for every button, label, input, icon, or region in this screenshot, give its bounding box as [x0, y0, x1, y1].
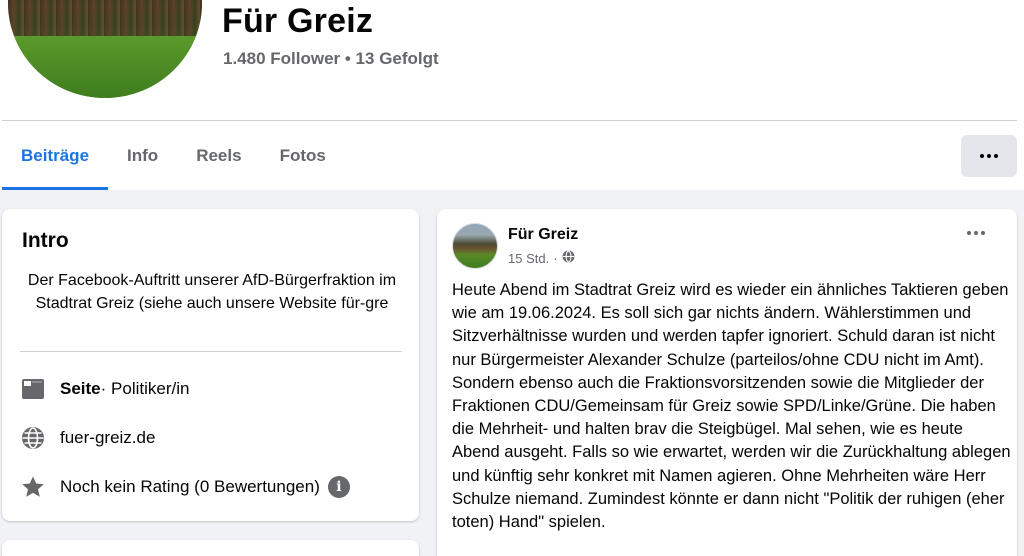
next-card	[2, 540, 419, 556]
star-icon	[20, 474, 46, 500]
profile-tabs: Beiträge Info Reels Fotos	[2, 122, 345, 190]
tab-reels[interactable]: Reels	[177, 122, 260, 190]
follower-count[interactable]: 1.480 Follower • 13 Gefolgt	[223, 49, 439, 69]
tab-beitraege[interactable]: Beiträge	[2, 122, 109, 190]
post-meta: 15 Std. ·	[508, 250, 575, 266]
website-row[interactable]: fuer-greiz.de	[20, 425, 155, 451]
page-title: Für Greiz	[222, 2, 374, 40]
globe-icon	[562, 250, 575, 266]
rating-text: Noch kein Rating (0 Bewertungen)	[60, 477, 320, 496]
category-label: Seite	[60, 379, 101, 398]
post-text: Heute Abend im Stadtrat Greiz wird es wi…	[452, 281, 1011, 532]
post-timestamp[interactable]: 15 Std.	[508, 251, 549, 266]
more-options-button[interactable]	[961, 135, 1017, 177]
profile-picture[interactable]	[8, 0, 202, 98]
category-row: Seite · Politiker/in	[20, 376, 189, 402]
intro-divider	[20, 351, 402, 352]
intro-description: Der Facebook-Auftritt unserer AfD-Bürger…	[27, 272, 397, 312]
header-divider	[2, 120, 1017, 121]
page-flag-icon	[20, 376, 46, 402]
more-horizontal-icon	[967, 231, 985, 235]
tab-info[interactable]: Info	[108, 122, 177, 190]
meta-separator: ·	[553, 250, 558, 266]
website-link[interactable]: fuer-greiz.de	[60, 428, 155, 448]
info-icon[interactable]: i	[327, 476, 350, 498]
more-horizontal-icon	[980, 154, 998, 158]
category-value: · Politiker/in	[100, 379, 190, 398]
rating-row: Noch kein Rating (0 Bewertungen) i	[20, 474, 350, 500]
tab-fotos[interactable]: Fotos	[261, 122, 345, 190]
post-author-name[interactable]: Für Greiz	[508, 226, 578, 244]
intro-card: Intro Der Facebook-Auftritt unserer AfD-…	[2, 209, 419, 521]
post-card: Für Greiz 15 Std. · Heute Abend im Stadt…	[437, 209, 1017, 556]
globe-icon	[20, 425, 46, 451]
post-options-button[interactable]	[967, 231, 985, 235]
intro-title: Intro	[22, 229, 69, 252]
post-author-avatar[interactable]	[452, 223, 498, 269]
